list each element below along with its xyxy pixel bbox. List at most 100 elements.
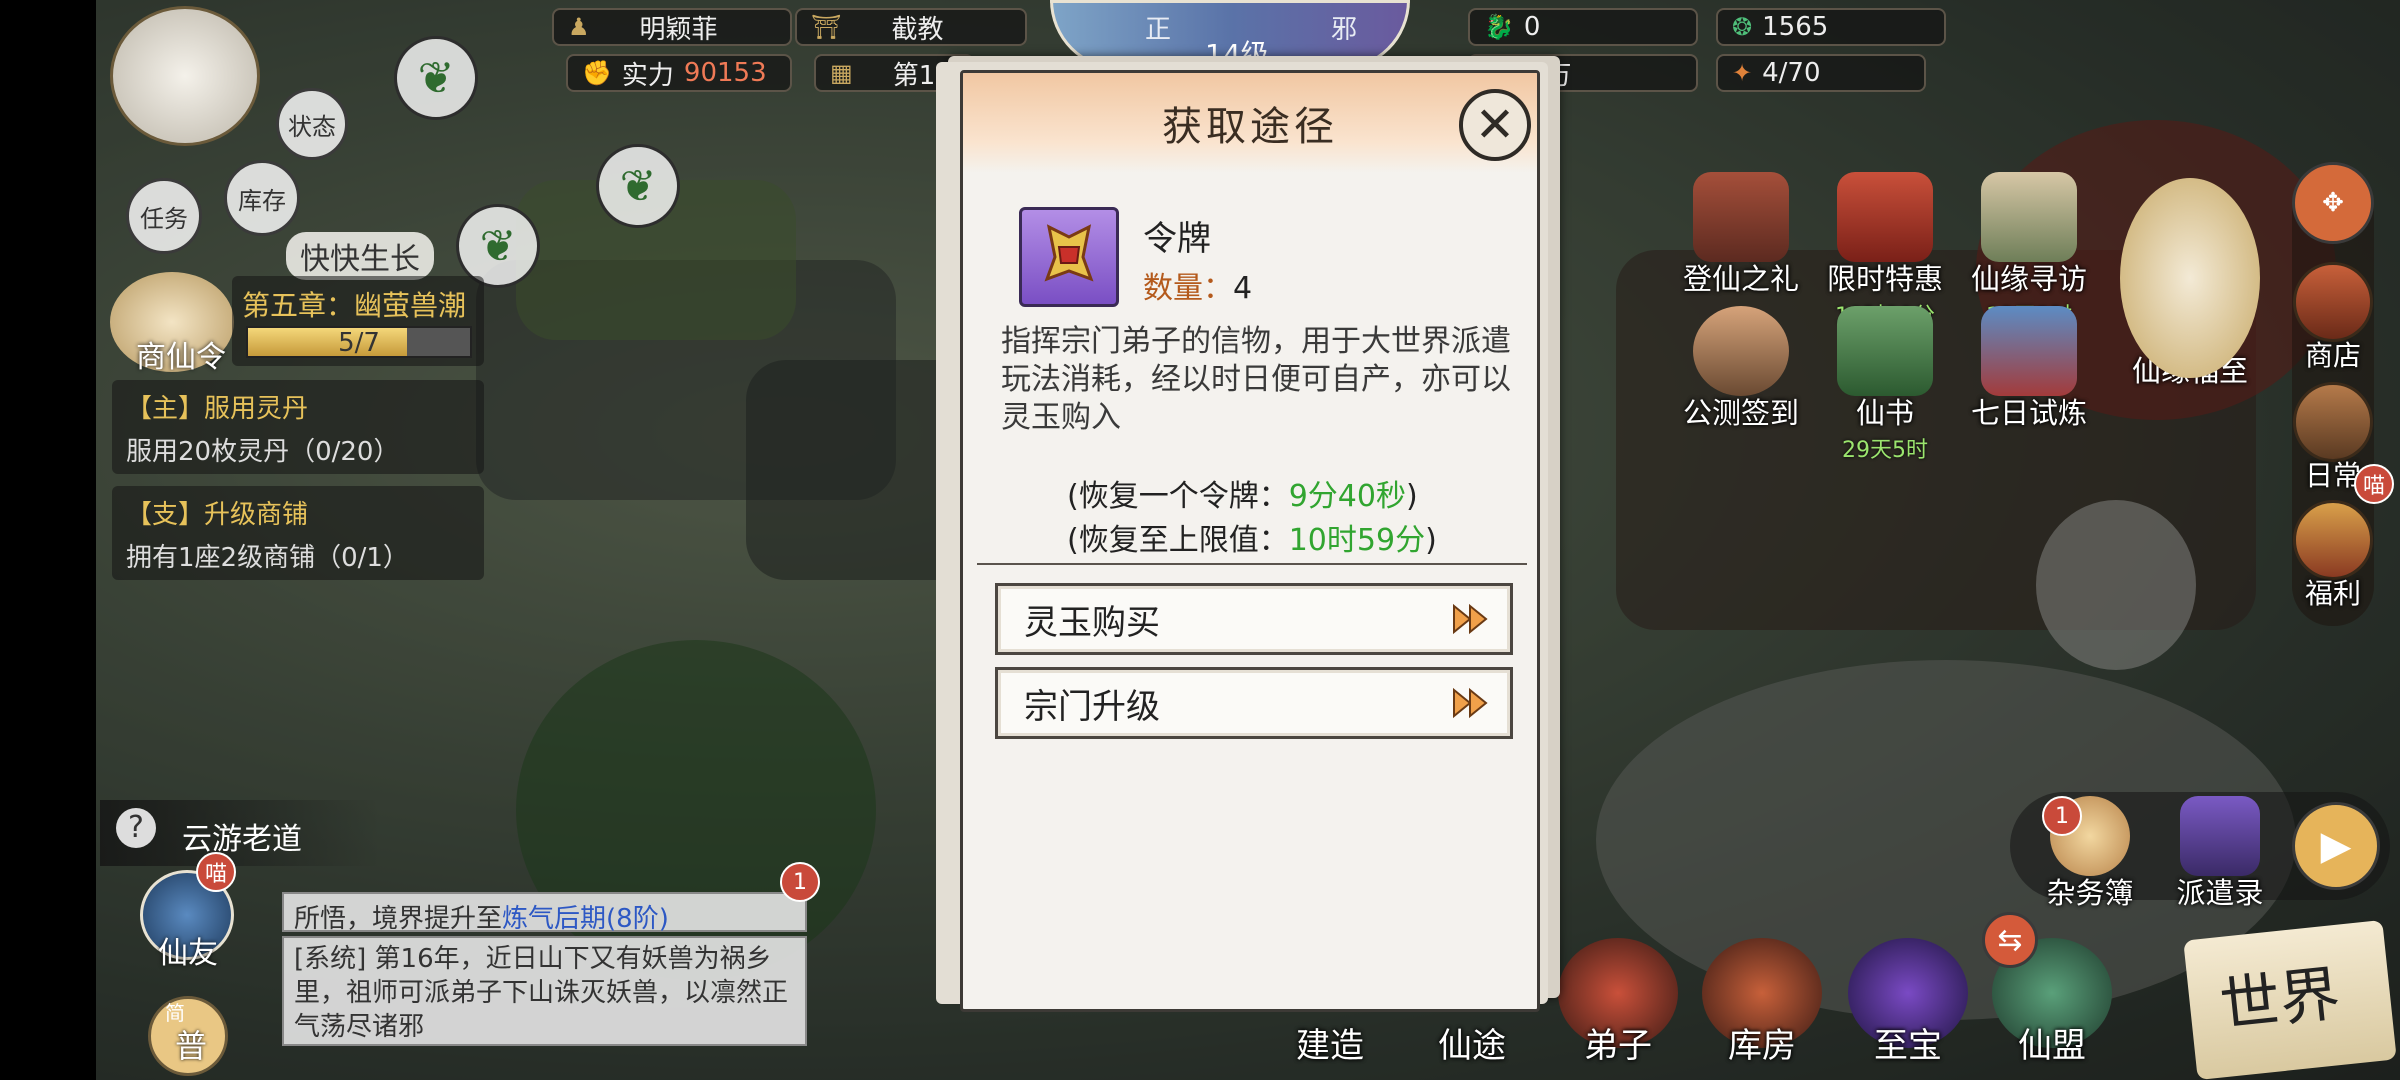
- temple-icon: ⛩: [811, 13, 842, 41]
- power-label: 实力: [621, 60, 674, 91]
- expand-arrow-button[interactable]: ▶: [2292, 802, 2380, 890]
- chapter-progress-bar: 5/7: [246, 326, 472, 358]
- status-button[interactable]: 状态: [276, 88, 348, 160]
- chat-system-message[interactable]: [系统] 第16年，近日山下又有妖兽为祸乡里，祖师可派弟子下山诛灭妖兽，以凛然正…: [282, 936, 807, 1046]
- swap-icon[interactable]: ⇆: [1982, 912, 2038, 968]
- item-description: 指挥宗门弟子的信物，用于大世界派遣玩法消耗，经以时日便可自产，亦可以灵玉购入: [1001, 324, 1511, 435]
- chores-book-button[interactable]: 杂务簿: [2020, 796, 2160, 912]
- side-label: 福利: [2304, 577, 2361, 610]
- nav-label: 建造: [1296, 1026, 1364, 1066]
- herb-harvest-icon[interactable]: ❦: [596, 144, 680, 228]
- power-value: 90153: [683, 58, 767, 88]
- npc-banner[interactable]: ? 云游老道: [100, 800, 380, 866]
- close-icon[interactable]: ✕: [1459, 89, 1531, 161]
- storage-label: 库存: [238, 186, 286, 215]
- player-name-pill: ♟ 明颖菲: [552, 8, 792, 46]
- token-badge-icon: [1044, 224, 1094, 282]
- activity-seven-day[interactable]: 七日试炼: [1954, 306, 2104, 432]
- token-icon: ✦: [1732, 59, 1753, 87]
- recover-full-value: 10时59分: [1288, 523, 1426, 558]
- player-name: 明颖菲: [639, 14, 718, 45]
- nav-treasure[interactable]: 至宝: [1838, 938, 1978, 1067]
- chapter-token-label: 商仙令: [136, 340, 226, 375]
- calendar-icon: ▦: [830, 59, 853, 87]
- nav-warehouse[interactable]: 库房: [1692, 938, 1832, 1067]
- chat-line-top[interactable]: 所悟，境界提升至炼气后期(8阶): [282, 892, 807, 934]
- cat-icon: [1981, 172, 2077, 262]
- token-item-icon: [1019, 207, 1119, 307]
- storage-button[interactable]: 库存: [224, 160, 300, 236]
- chapter-panel[interactable]: 第五章：幽萤兽潮 5/7: [232, 276, 484, 366]
- currency-jade-pill[interactable]: ❂ 1565: [1716, 8, 1946, 46]
- token-count-value: 4/70: [1762, 58, 1821, 88]
- nav-label: 弟子: [1584, 1026, 1652, 1066]
- activity-label: 仙书: [1855, 396, 1914, 430]
- npc-name: 云游老道: [182, 822, 302, 857]
- recover-one-label: (恢复一个令牌：: [1067, 479, 1289, 514]
- source-jade-purchase-button[interactable]: 灵玉购买: [995, 583, 1513, 655]
- world-label: 世界: [2216, 958, 2344, 1042]
- activity-beta-signin[interactable]: 公测签到: [1666, 306, 1816, 432]
- quest-side[interactable]: 【支】升级商铺 拥有1座2级商铺（0/1）: [112, 486, 484, 580]
- daily-badge: 喵: [2354, 464, 2394, 504]
- activity-dengxian[interactable]: 登仙之礼: [1666, 172, 1816, 298]
- general-chat-button[interactable]: 简 普: [148, 996, 228, 1076]
- source-sect-upgrade-button[interactable]: 宗门升级: [995, 667, 1513, 739]
- activity-xianshu[interactable]: 仙书 29天5时: [1810, 306, 1960, 464]
- dispatch-record-button[interactable]: 派遣录: [2150, 796, 2290, 912]
- welfare-icon: [2293, 500, 2373, 580]
- chapter-title: 第五章：幽萤兽潮: [242, 289, 467, 322]
- herb-harvest-icon[interactable]: ❦: [394, 36, 478, 120]
- gift-icon: [1693, 172, 1789, 262]
- chores-label: 杂务簿: [2046, 876, 2134, 910]
- activity-xianyuan-fortune[interactable]: 仙缘福至: [2110, 178, 2270, 390]
- quest-side-desc: 拥有1座2级商铺（0/1）: [126, 543, 409, 573]
- nav-disciples[interactable]: 弟子: [1548, 938, 1688, 1067]
- token-count-pill[interactable]: ✦ 4/70: [1716, 54, 1926, 92]
- menu-compass-button[interactable]: ✥: [2292, 162, 2374, 244]
- task-button[interactable]: 任务: [126, 178, 202, 254]
- chapter-progress-text: 5/7: [338, 328, 380, 358]
- dragon-coin-icon: 🐉: [1484, 13, 1514, 41]
- acquire-source-dialog: 获取途径 ✕ 令牌 数量：4 指挥宗门弟子的信物，用于大世界派遣玩法消耗，经以时…: [960, 70, 1540, 1012]
- source-label: 宗门升级: [1024, 686, 1160, 727]
- dispatch-book-icon: [2180, 796, 2260, 876]
- chat-badge: 1: [780, 862, 820, 902]
- trial-icon: [1981, 306, 2077, 396]
- shop-icon: [2293, 262, 2373, 342]
- dialog-divider: [977, 563, 1527, 565]
- recover-full-line: (恢复至上限值：10时59分): [1067, 515, 1437, 559]
- side-label: 商店: [2304, 339, 2361, 372]
- player-avatar[interactable]: [110, 6, 260, 146]
- recover-one-value: 9分40秒: [1288, 479, 1406, 514]
- grow-banner[interactable]: 快快生长: [286, 232, 434, 280]
- dialog-header: 获取途径: [963, 73, 1537, 173]
- friend-badge: 喵: [196, 852, 236, 892]
- quest-main-title: 【主】服用灵丹: [126, 394, 309, 424]
- activity-label: 限时特惠: [1826, 262, 1943, 296]
- activity-timer: 29天5时: [1842, 438, 1928, 463]
- dispatch-label: 派遣录: [2176, 876, 2264, 910]
- quest-main[interactable]: 【主】服用灵丹 服用20枚灵丹（0/20）: [112, 380, 484, 474]
- side-shop[interactable]: 商店: [2290, 262, 2376, 374]
- character-icon: [1693, 306, 1789, 396]
- source-label: 灵玉购买: [1024, 602, 1160, 643]
- activity-label: 登仙之礼: [1682, 262, 1799, 296]
- book-icon: [1837, 306, 1933, 396]
- nav-label: 库房: [1728, 1026, 1796, 1066]
- general-chat-label: 普: [175, 1027, 208, 1065]
- close-paren: ): [1425, 523, 1437, 558]
- status-label: 状态: [288, 112, 336, 141]
- world-button[interactable]: 世界: [2183, 919, 2397, 1080]
- alignment-right-label: 邪: [1331, 15, 1358, 45]
- friend-label: 仙友: [158, 936, 218, 971]
- dialog-title: 获取途径: [1162, 104, 1338, 150]
- scroll-icon: [2293, 382, 2373, 462]
- side-welfare[interactable]: 福利: [2290, 500, 2376, 612]
- chores-badge: 1: [2042, 796, 2082, 836]
- task-label: 任务: [140, 204, 188, 233]
- activity-label: 公测签到: [1682, 396, 1799, 430]
- currency-jade-value: 1565: [1762, 12, 1829, 42]
- currency-dragon-pill[interactable]: 🐉 0: [1468, 8, 1698, 46]
- close-paren: ): [1405, 479, 1418, 514]
